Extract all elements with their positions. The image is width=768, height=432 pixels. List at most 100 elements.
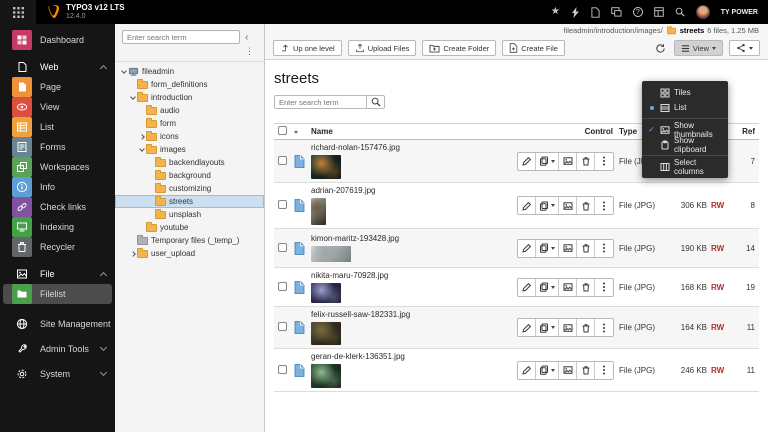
file-thumbnail[interactable]: [311, 364, 341, 388]
up-one-level-button[interactable]: Up one level: [273, 40, 342, 56]
share-button[interactable]: [729, 40, 760, 56]
file-references[interactable]: 14: [737, 244, 759, 253]
tree-node-form[interactable]: form: [115, 117, 264, 130]
tree-node-form-definitions[interactable]: form_definitions: [115, 78, 264, 91]
tree-node-temp-files[interactable]: Temporary files (_temp_): [115, 234, 264, 247]
file-references[interactable]: 11: [737, 366, 759, 375]
typo3-logo[interactable]: TYPO3 v12 LTS 12.4.0: [36, 4, 134, 20]
row-checkbox[interactable]: [278, 322, 287, 331]
tree-search-input[interactable]: [122, 30, 240, 44]
tree-node-user-upload[interactable]: user_upload: [115, 247, 264, 260]
module-dashboard[interactable]: Dashboard: [3, 30, 112, 50]
tree-node-images[interactable]: images: [115, 143, 264, 156]
clipboard-actions-button[interactable]: [536, 240, 559, 257]
delete-button[interactable]: [577, 279, 595, 296]
file-references[interactable]: 11: [737, 323, 759, 332]
create-file-button[interactable]: Create File: [502, 40, 565, 56]
tree-node-backendlayouts[interactable]: backendlayouts: [115, 156, 264, 169]
chevron-right-icon[interactable]: [130, 251, 136, 257]
file-references[interactable]: 19: [737, 283, 759, 292]
tree-node-audio[interactable]: audio: [115, 104, 264, 117]
preview-button[interactable]: [559, 319, 577, 336]
preview-button[interactable]: [559, 153, 577, 170]
preview-button[interactable]: [559, 197, 577, 214]
file-search-input[interactable]: [274, 95, 366, 109]
file-thumbnail[interactable]: [311, 198, 326, 225]
search-submit-button[interactable]: [366, 95, 385, 109]
module-admin-tools[interactable]: Admin Tools: [3, 336, 112, 361]
tree-node-unsplash[interactable]: unsplash: [115, 208, 264, 221]
username[interactable]: TY POWER: [721, 9, 758, 16]
preview-button[interactable]: [559, 362, 577, 379]
system-information-icon[interactable]: [654, 7, 664, 17]
file-thumbnail[interactable]: [311, 246, 351, 262]
module-view[interactable]: View: [3, 97, 112, 117]
more-options-button[interactable]: [595, 240, 613, 257]
edit-metadata-button[interactable]: [518, 197, 536, 214]
clipboard-actions-button[interactable]: [536, 153, 559, 170]
file-thumbnail[interactable]: [311, 283, 341, 303]
chevron-down-icon[interactable]: [121, 68, 127, 74]
edit-metadata-button[interactable]: [518, 279, 536, 296]
more-options-button[interactable]: [595, 362, 613, 379]
module-group-web[interactable]: Web: [3, 57, 112, 77]
module-recycler[interactable]: Recycler: [3, 237, 112, 257]
viewport-icon[interactable]: [611, 7, 622, 17]
module-list[interactable]: List: [3, 117, 112, 137]
chevron-right-icon[interactable]: [139, 134, 145, 140]
tree-node-icons[interactable]: icons: [115, 130, 264, 143]
edit-metadata-button[interactable]: [518, 362, 536, 379]
module-page[interactable]: Page: [3, 77, 112, 97]
delete-button[interactable]: [577, 153, 595, 170]
module-forms[interactable]: Forms: [3, 137, 112, 157]
row-checkbox[interactable]: [278, 156, 287, 165]
tree-node-background[interactable]: background: [115, 169, 264, 182]
chevron-down-icon[interactable]: [130, 94, 136, 100]
preview-button[interactable]: [559, 240, 577, 257]
upload-files-button[interactable]: Upload Files: [348, 40, 417, 56]
tree-node-customizing[interactable]: customizing: [115, 182, 264, 195]
module-site-management[interactable]: Site Management: [3, 311, 112, 336]
clipboard-actions-button[interactable]: [536, 197, 559, 214]
module-workspaces[interactable]: Workspaces: [3, 157, 112, 177]
edit-metadata-button[interactable]: [518, 153, 536, 170]
more-options-button[interactable]: [595, 197, 613, 214]
row-checkbox[interactable]: [278, 282, 287, 291]
collapse-tree-icon[interactable]: ‹: [245, 32, 248, 43]
breadcrumb-path[interactable]: fileadmin/introduction/images/: [563, 26, 662, 35]
clipboard-actions-button[interactable]: [536, 279, 559, 296]
module-system[interactable]: System: [3, 361, 112, 386]
menu-item-select-columns[interactable]: Select columns: [642, 159, 728, 174]
file-name-link[interactable]: felix-russell-saw-182331.jpg: [311, 310, 517, 320]
refresh-button[interactable]: [653, 40, 668, 56]
select-all-checkbox[interactable]: [278, 126, 287, 135]
file-thumbnail[interactable]: [311, 155, 341, 179]
file-name-link[interactable]: kimon-maritz-193428.jpg: [311, 234, 517, 244]
clipboard-actions-button[interactable]: [536, 362, 559, 379]
row-checkbox[interactable]: [278, 243, 287, 252]
row-checkbox[interactable]: [278, 200, 287, 209]
more-options-button[interactable]: [595, 319, 613, 336]
tree-node-youtube[interactable]: youtube: [115, 221, 264, 234]
help-icon[interactable]: ?: [633, 7, 643, 17]
menu-item-tiles[interactable]: Tiles: [642, 85, 728, 100]
column-header-name[interactable]: Name: [311, 127, 517, 136]
clipboard-actions-button[interactable]: [536, 319, 559, 336]
module-group-file[interactable]: File: [3, 264, 112, 284]
file-references[interactable]: 8: [737, 201, 759, 210]
file-references[interactable]: 7: [737, 157, 759, 166]
module-check-links[interactable]: Check links: [3, 197, 112, 217]
delete-button[interactable]: [577, 362, 595, 379]
delete-button[interactable]: [577, 197, 595, 214]
edit-metadata-button[interactable]: [518, 240, 536, 257]
clear-cache-icon[interactable]: [571, 7, 580, 18]
tree-node-fileadmin[interactable]: fileadmin: [115, 65, 264, 78]
menu-item-list[interactable]: List: [642, 100, 728, 115]
view-mode-button[interactable]: View: [674, 40, 723, 56]
tree-options-icon[interactable]: ⋮: [122, 44, 258, 59]
delete-button[interactable]: [577, 240, 595, 257]
more-options-button[interactable]: [595, 153, 613, 170]
row-checkbox[interactable]: [278, 365, 287, 374]
menu-item-show-clipboard[interactable]: Show clipboard: [642, 137, 728, 152]
bookmarks-icon[interactable]: ★: [551, 7, 560, 17]
